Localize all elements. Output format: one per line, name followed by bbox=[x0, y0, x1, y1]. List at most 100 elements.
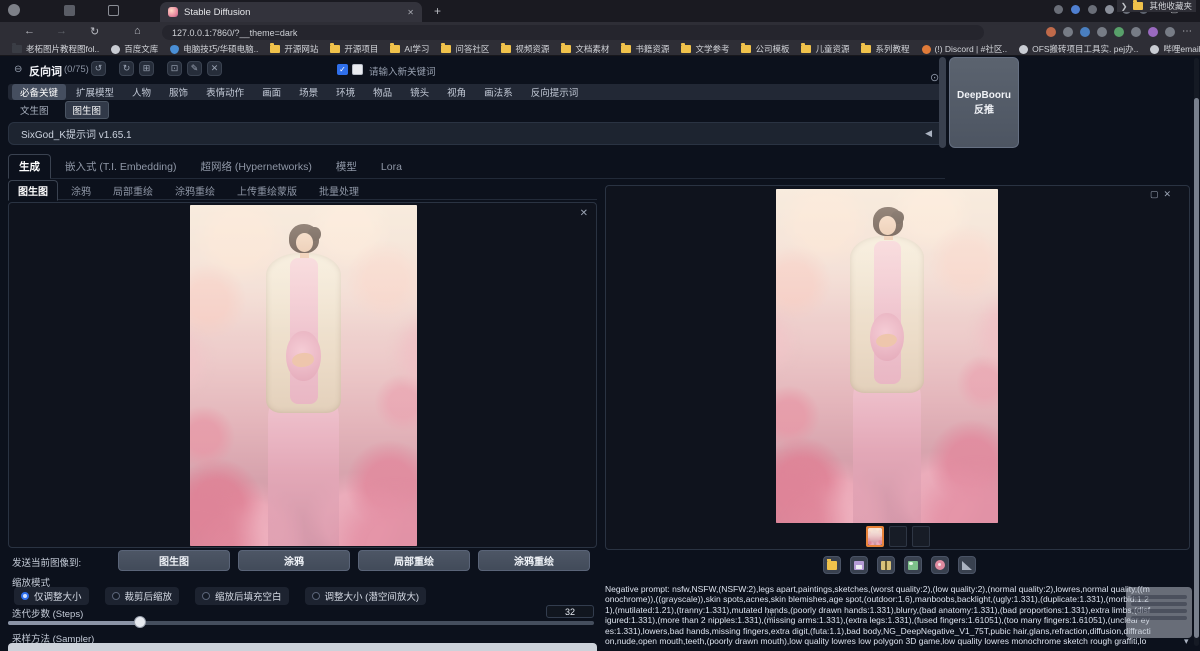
forward-icon[interactable]: → bbox=[56, 25, 67, 37]
send-image-extras-button[interactable] bbox=[958, 556, 976, 574]
tag-category-tab[interactable]: 反向提示词 bbox=[523, 84, 587, 100]
canvas-clear-icon[interactable]: ✕ bbox=[580, 208, 588, 219]
output-gallery[interactable]: ▢ ✕ bbox=[605, 185, 1190, 550]
sixgod-accordion[interactable]: SixGod_K提示词 v1.65.1 ◀ bbox=[8, 122, 945, 145]
send-to-inpaint-sketch-button[interactable]: 涂鸦重绘 bbox=[478, 550, 590, 571]
result-image[interactable] bbox=[776, 189, 998, 523]
main-tab[interactable]: 模型 bbox=[326, 155, 367, 178]
panel-toggle-icon[interactable]: ⊙ bbox=[930, 71, 939, 84]
tag-category-tab[interactable]: 画面 bbox=[254, 84, 289, 100]
browser-menu-icon[interactable]: ⋯ bbox=[1182, 26, 1192, 37]
bookmark-item[interactable]: 文档素材 bbox=[555, 43, 615, 55]
bookmark-item[interactable]: 电脑技巧/华硕电脑.. bbox=[164, 43, 264, 55]
save-zip-button[interactable] bbox=[877, 556, 895, 574]
keyword-input[interactable] bbox=[352, 64, 363, 75]
extension-icon[interactable] bbox=[1080, 27, 1090, 37]
gallery-thumbnail[interactable] bbox=[889, 526, 907, 547]
send-image-inpaint-button[interactable] bbox=[931, 556, 949, 574]
bookmark-item[interactable]: 视频资源 bbox=[495, 43, 555, 55]
save-image-button[interactable] bbox=[850, 556, 868, 574]
bookmark-item[interactable]: 系列教程 bbox=[855, 43, 915, 55]
tag-category-tab[interactable]: 物品 bbox=[365, 84, 400, 100]
extension-icon[interactable] bbox=[1071, 5, 1080, 14]
extension-icon[interactable] bbox=[1097, 27, 1107, 37]
img2img-tab[interactable]: 图生图 bbox=[8, 180, 58, 201]
img2img-tab[interactable]: 上传重绘蒙版 bbox=[228, 181, 306, 200]
other-favorites-label[interactable]: 其他收藏夹 bbox=[1149, 0, 1192, 12]
extension-icon[interactable] bbox=[1054, 5, 1063, 14]
bookmarks-overflow-icon[interactable]: ❯ bbox=[1121, 2, 1128, 11]
gallery-thumbnail[interactable] bbox=[912, 526, 930, 547]
sampler-dropdown[interactable] bbox=[8, 643, 597, 651]
browser-profile-icon[interactable] bbox=[8, 4, 20, 16]
keyword-checkbox[interactable]: ✓ bbox=[337, 64, 348, 75]
bookmark-item[interactable]: 开源项目 bbox=[324, 43, 384, 55]
resize-mode-radio[interactable]: 调整大小 (潜空间放大) bbox=[305, 587, 426, 605]
home-icon[interactable]: ⌂ bbox=[134, 25, 141, 37]
back-icon[interactable]: ← bbox=[24, 25, 35, 37]
main-tab[interactable]: 超网络 (Hypernetworks) bbox=[190, 155, 321, 178]
bookmark-item[interactable]: 书籍资源 bbox=[615, 43, 675, 55]
edit-icon[interactable]: ✎ bbox=[187, 61, 202, 76]
bookmark-item[interactable]: 老柘图片教程图fol.. bbox=[6, 43, 105, 55]
extension-icon[interactable] bbox=[1148, 27, 1158, 37]
open-folder-button[interactable] bbox=[823, 556, 841, 574]
tag-category-tab[interactable]: 环境 bbox=[328, 84, 363, 100]
clear-icon[interactable]: ✕ bbox=[207, 61, 222, 76]
img2img-tab[interactable]: 涂鸦 bbox=[62, 181, 100, 200]
extension-icon[interactable] bbox=[1088, 5, 1097, 14]
workspaces-icon[interactable] bbox=[64, 5, 75, 16]
tag-category-tab[interactable]: 场景 bbox=[291, 84, 326, 100]
steps-value-input[interactable]: 32 bbox=[546, 605, 594, 618]
bookmark-item[interactable]: 开源网站 bbox=[264, 43, 324, 55]
resize-mode-radio[interactable]: 裁剪后缩放 bbox=[105, 587, 180, 605]
tag-category-tab[interactable]: 视角 bbox=[439, 84, 474, 100]
prompt-mode-tab[interactable]: 图生图 bbox=[65, 101, 110, 119]
steps-slider-handle[interactable] bbox=[134, 616, 146, 628]
img2img-tab[interactable]: 涂鸦重绘 bbox=[166, 181, 224, 200]
main-tab[interactable]: 生成 bbox=[8, 154, 51, 179]
main-tab[interactable]: 嵌入式 (T.I. Embedding) bbox=[55, 155, 186, 178]
tag-category-tab[interactable]: 镜头 bbox=[402, 84, 437, 100]
extension-icon[interactable] bbox=[1105, 5, 1114, 14]
extension-icon[interactable] bbox=[1063, 27, 1073, 37]
img2img-tab[interactable]: 局部重绘 bbox=[104, 181, 162, 200]
bookmark-item[interactable]: 公司模板 bbox=[735, 43, 795, 55]
tag-category-tab[interactable]: 必备关键 bbox=[12, 84, 66, 100]
tag-category-tab[interactable]: 表情动作 bbox=[198, 84, 252, 100]
browser-avatar[interactable] bbox=[1165, 27, 1175, 37]
browser-tab[interactable]: Stable Diffusion ✕ bbox=[160, 2, 422, 22]
extension-icon[interactable] bbox=[1046, 27, 1056, 37]
gallery-expand-icon[interactable]: ▢ bbox=[1150, 189, 1159, 200]
img2img-tab[interactable]: 批量处理 bbox=[310, 181, 368, 200]
bookmark-item[interactable]: 问答社区 bbox=[435, 43, 495, 55]
tab-close-icon[interactable]: ✕ bbox=[407, 8, 414, 17]
info-scroll-icon[interactable]: ▾ bbox=[1184, 636, 1189, 647]
extension-icon[interactable] bbox=[1131, 27, 1141, 37]
bookmark-item[interactable]: (!) Discord | #社区.. bbox=[916, 43, 1014, 55]
img2img-canvas[interactable]: ✕ bbox=[8, 202, 597, 548]
resize-mode-radio[interactable]: 仅调整大小 bbox=[14, 587, 89, 605]
tag-category-tab[interactable]: 画法系 bbox=[476, 84, 521, 100]
bookmark-item[interactable]: OFS搬砖项目工具实. pej办.. bbox=[1013, 43, 1144, 55]
extension-icon[interactable] bbox=[1114, 27, 1124, 37]
undo-icon[interactable]: ↺ bbox=[91, 61, 106, 76]
resize-mode-radio[interactable]: 缩放后填充空白 bbox=[195, 587, 289, 605]
bookmark-item[interactable]: 哔哩email管理系统.. bbox=[1144, 43, 1200, 55]
prompt-collapse-icon[interactable]: ⊖ bbox=[14, 64, 22, 75]
address-bar[interactable]: ⓘ 127.0.0.1:7860/?__theme=dark bbox=[162, 25, 984, 40]
prompt-mode-tab[interactable]: 文生图 bbox=[12, 101, 57, 119]
interrogate-clip-button[interactable] bbox=[939, 57, 946, 148]
bookmark-item[interactable]: 文学参考 bbox=[675, 43, 735, 55]
tag-category-tab[interactable]: 服饰 bbox=[161, 84, 196, 100]
bookmark-item[interactable]: 儿童资源 bbox=[795, 43, 855, 55]
page-scrollbar-thumb[interactable] bbox=[1194, 98, 1199, 638]
bookmark-item[interactable]: 百度文库 bbox=[105, 43, 164, 55]
tag-category-tab[interactable]: 扩展模型 bbox=[68, 84, 122, 100]
tab-actions-icon[interactable] bbox=[108, 5, 119, 16]
copy-icon[interactable]: ⊡ bbox=[167, 61, 182, 76]
main-tab[interactable]: Lora bbox=[371, 157, 412, 177]
gallery-close-icon[interactable]: ✕ bbox=[1163, 189, 1171, 200]
gallery-thumbnail[interactable] bbox=[866, 526, 884, 547]
send-to-img2img-button[interactable]: 图生图 bbox=[118, 550, 230, 571]
